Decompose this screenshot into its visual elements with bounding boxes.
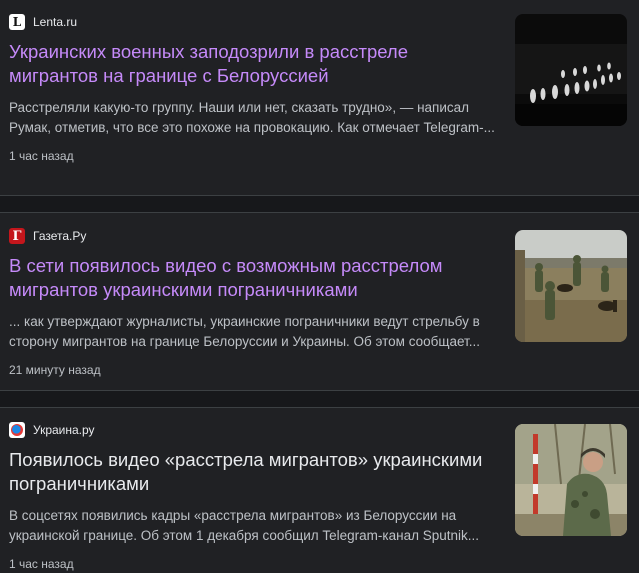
- source-name: Украина.ру: [33, 423, 95, 437]
- news-source[interactable]: Г Газета.Ру: [9, 228, 501, 244]
- news-thumbnail[interactable]: [515, 424, 627, 536]
- news-snippet: ... как утверждают журналисты, украински…: [9, 314, 480, 349]
- news-timestamp: 1 час назад: [9, 149, 74, 163]
- news-thumbnail[interactable]: [515, 230, 627, 342]
- news-snippet: Расстреляли какую-то группу. Наши или не…: [9, 100, 495, 135]
- news-card[interactable]: Г Газета.Ру В сети появилось видео с воз…: [0, 213, 639, 390]
- lenta-favicon-icon: L: [9, 14, 25, 30]
- card-divider: [0, 390, 639, 408]
- news-thumbnail[interactable]: [515, 14, 627, 126]
- gazeta-favicon-icon: Г: [9, 228, 25, 244]
- news-card[interactable]: Украина.ру Появилось видео «расстрела ми…: [0, 408, 639, 573]
- source-name: Газета.Ру: [33, 229, 87, 243]
- ukraina-favicon-icon: [9, 422, 25, 438]
- source-name: Lenta.ru: [33, 15, 78, 29]
- news-card[interactable]: L Lenta.ru Украинских военных заподозрил…: [0, 0, 639, 195]
- news-card-body: Украина.ру Появилось видео «расстрела ми…: [9, 422, 501, 571]
- news-timestamp: 21 минуту назад: [9, 363, 101, 377]
- news-source[interactable]: Украина.ру: [9, 422, 501, 438]
- news-snippet: В соцсетях появились кадры «расстрела ми…: [9, 508, 479, 543]
- news-title-link[interactable]: Украинских военных заподозрили в расстре…: [9, 40, 501, 88]
- news-title-link[interactable]: В сети появилось видео с возможным расст…: [9, 254, 501, 302]
- border-guard-soldier-photo: [515, 424, 627, 536]
- news-timestamp: 1 час назад: [9, 557, 74, 571]
- news-title-link[interactable]: Появилось видео «расстрела мигрантов» ук…: [9, 448, 501, 496]
- border-guards-field-photo: [515, 230, 627, 342]
- night-thermal-image: [515, 14, 627, 126]
- news-card-body: L Lenta.ru Украинских военных заподозрил…: [9, 14, 501, 163]
- news-source[interactable]: L Lenta.ru: [9, 14, 501, 30]
- card-divider: [0, 195, 639, 213]
- news-card-body: Г Газета.Ру В сети появилось видео с воз…: [9, 228, 501, 377]
- news-feed: L Lenta.ru Украинских военных заподозрил…: [0, 0, 639, 573]
